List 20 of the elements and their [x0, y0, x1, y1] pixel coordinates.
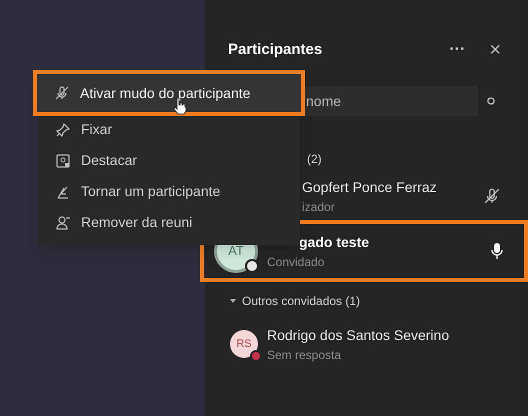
pin-icon [55, 122, 71, 138]
menu-item[interactable]: Destacar [38, 145, 300, 176]
participant-name: Gopfert Ponce Ferraz [302, 178, 437, 197]
mic-off-icon [54, 85, 70, 101]
section-header: (2) [307, 151, 322, 168]
close-button[interactable]: × [489, 35, 501, 65]
caret-icon[interactable] [230, 299, 236, 303]
section-header: Outros convidados (1) [242, 293, 360, 310]
spotlight-icon [55, 152, 71, 168]
participant-role: Sem resposta [267, 346, 342, 364]
panel-title: Participantes [228, 40, 322, 60]
participant-role: izador [302, 198, 336, 216]
participant-name: gado teste [299, 232, 370, 252]
menu-item[interactable]: Fixar [38, 114, 300, 145]
menu-item[interactable]: Ativar mudo do participante [33, 70, 305, 116]
person-remove-icon [55, 214, 71, 230]
participant-role: Convidado [267, 254, 326, 270]
participant-name: Rodrigo dos Santos Severino [267, 326, 450, 345]
participant-row[interactable]: RS Rodrigo dos Santos Severino Sem resposta [228, 324, 505, 364]
more-button[interactable]: ··· [449, 38, 466, 62]
